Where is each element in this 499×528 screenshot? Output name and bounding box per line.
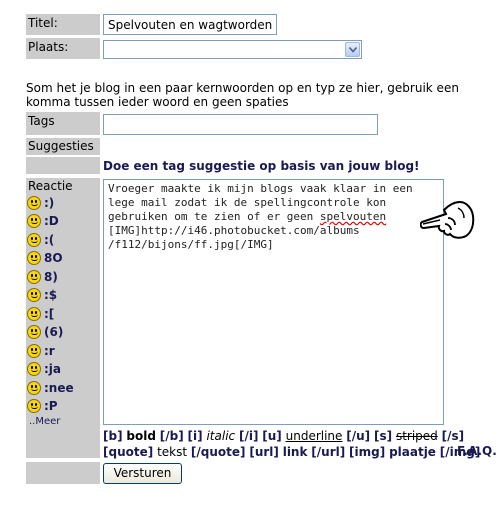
pointing-hand-icon — [420, 200, 475, 239]
smiley-code: 8) — [44, 269, 58, 284]
tongue-icon[interactable] — [27, 399, 41, 413]
bbcode-u-close: [/u] — [346, 429, 371, 443]
chevron-down-icon[interactable] — [345, 42, 360, 57]
smiley-item[interactable]: 8O — [27, 250, 63, 267]
submit-button[interactable]: Versturen — [103, 463, 182, 484]
bbcode-img-open: [img] — [349, 445, 386, 459]
bbcode-image-sample: plaatje — [389, 445, 436, 459]
title-input[interactable] — [103, 14, 277, 35]
title-label: Titel: — [26, 14, 100, 35]
grin-icon[interactable] — [27, 214, 41, 228]
reaction-textarea[interactable]: Vroeger maakte ik mijn blogs vaak klaar … — [103, 179, 444, 425]
worried-icon[interactable] — [27, 306, 41, 321]
place-label: Plaats: — [26, 38, 100, 59]
smiley-code: :nee — [44, 380, 74, 395]
no-icon[interactable] — [27, 380, 41, 395]
bbcode-u-open: [u] — [262, 429, 282, 443]
bbcode-s-open: [s] — [373, 429, 393, 443]
bbcode-s-close: [/s] — [441, 429, 465, 443]
bbcode-bold-sample: bold — [126, 429, 156, 443]
bbcode-quote-open: [quote] — [103, 445, 154, 459]
tags-input[interactable] — [103, 114, 378, 135]
misspelled-word: spelvouten — [319, 210, 387, 223]
place-select[interactable] — [103, 40, 362, 59]
smile-icon[interactable] — [27, 195, 41, 210]
yes-icon[interactable] — [27, 362, 41, 376]
smiley-item[interactable]: :( — [27, 231, 54, 248]
faq-link[interactable]: F.A.Q. — [457, 444, 497, 458]
bbcode-underline-sample: underline — [285, 429, 343, 443]
sick-icon[interactable] — [27, 343, 41, 358]
smiley-code: 8O — [44, 251, 63, 265]
smiley-code: :ja — [44, 362, 62, 376]
smiley-code: :( — [44, 232, 55, 247]
smiley-code: (6) — [44, 325, 64, 339]
bbcode-help: [b] bold [/b] [i] italic [/i] [u] underl… — [103, 428, 498, 460]
tag-suggestion-link[interactable]: Doe een tag suggestie op basis van jouw … — [103, 159, 420, 173]
smiley-item[interactable]: :r — [27, 342, 55, 359]
embarrassed-icon[interactable] — [27, 288, 41, 302]
smiley-item[interactable]: 8) — [27, 268, 58, 285]
smiley-item[interactable]: :$ — [27, 287, 57, 304]
bbcode-i-close: [/i] — [238, 429, 259, 443]
smiley-code: :[ — [44, 306, 55, 321]
tags-label: Tags — [26, 112, 100, 135]
smiley-code: :r — [44, 343, 55, 358]
cool-icon[interactable] — [27, 269, 41, 284]
smiley-item[interactable]: :) — [27, 194, 54, 211]
bbcode-quote-close: [/quote] — [190, 445, 246, 459]
smiley-code: :P — [44, 399, 58, 413]
bbcode-italic-sample: italic — [206, 429, 236, 443]
suggestions-label: Suggesties — [26, 138, 100, 155]
suggestions-label-spacer — [26, 157, 100, 174]
smiley-item[interactable]: :D — [27, 213, 59, 230]
bbcode-b-open: [b] — [103, 429, 123, 443]
devil-icon[interactable] — [27, 325, 41, 339]
more-smileys-link[interactable]: ..Meer — [29, 416, 60, 427]
smiley-sidebar: Reactie :) :D :( 8O 8) :$ :[ (6) :r :ja :nee :P ..M… — [26, 178, 100, 458]
submit-label-cell — [26, 462, 100, 484]
smiley-item[interactable]: (6) — [27, 324, 63, 341]
smiley-code: :$ — [44, 288, 58, 302]
bbcode-b-close: [/b] — [159, 429, 184, 443]
bbcode-quote-sample: tekst — [157, 445, 188, 459]
bbcode-i-open: [i] — [187, 429, 203, 443]
reaction-text-part-2: [IMG]http://i46.photobucket.com/albums /… — [108, 224, 360, 251]
bbcode-link-sample: link — [282, 445, 308, 459]
bbcode-striped-sample: striped — [395, 429, 438, 443]
smiley-item[interactable]: :P — [27, 398, 58, 415]
smiley-item[interactable]: :nee — [27, 379, 74, 396]
tags-help-text: Som het je blog in een paar kernwoorden … — [26, 81, 459, 109]
bbcode-url-open: [url] — [249, 445, 279, 459]
smiley-item[interactable]: :[ — [27, 305, 54, 322]
smiley-code: :) — [44, 195, 55, 210]
sad-icon[interactable] — [27, 232, 41, 247]
reaction-label: Reactie — [28, 179, 73, 193]
bbcode-url-close: [/url] — [311, 445, 346, 459]
smiley-code: :D — [44, 214, 59, 228]
surprised-icon[interactable] — [27, 251, 41, 265]
smiley-item[interactable]: :ja — [27, 361, 61, 378]
